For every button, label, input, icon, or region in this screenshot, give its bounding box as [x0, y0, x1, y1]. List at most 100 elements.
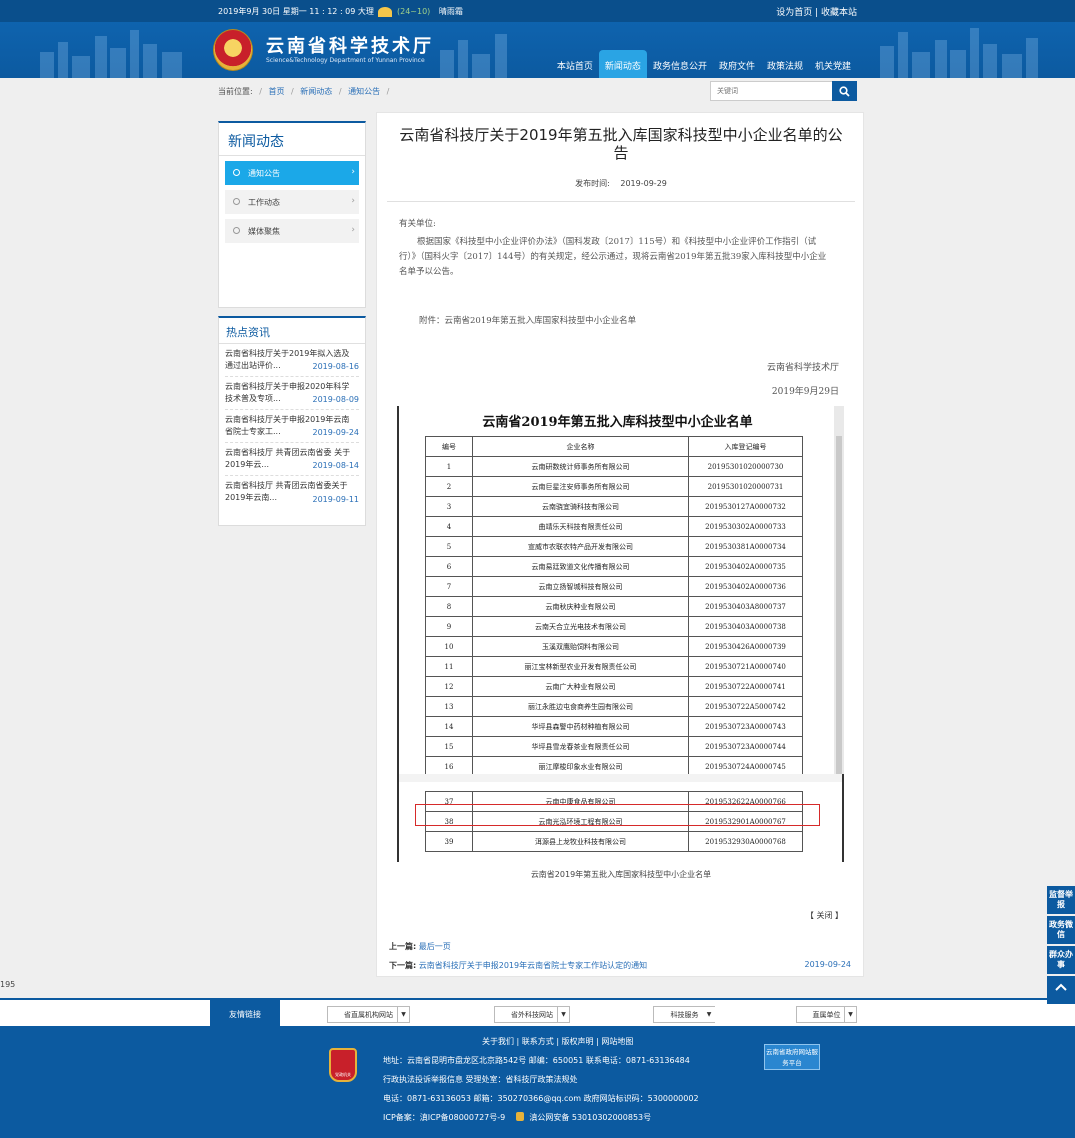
- cell-reg-no: 2019530402A0000735: [688, 556, 803, 577]
- main-nav: 本站首页 新闻动态 政务信息公开 政府文件 政策法规 机关党建: [551, 50, 857, 78]
- float-report-button[interactable]: 监督举报: [1047, 886, 1075, 914]
- footer-report: 行政执法投诉举报信息 受理处室：省科技厅政策法规处: [383, 1075, 578, 1084]
- nav-gov-docs[interactable]: 政府文件: [713, 50, 761, 78]
- breadcrumb-notices[interactable]: 通知公告: [348, 87, 380, 96]
- back-to-top-button[interactable]: [1047, 976, 1075, 1004]
- cell-reg-no: 2019530403A8000737: [688, 596, 803, 617]
- nav-party[interactable]: 机关党建: [809, 50, 857, 78]
- search-box: [710, 81, 857, 101]
- cell-company: 云南立扬智城科技有限公司: [472, 576, 689, 597]
- circle-icon: [233, 227, 240, 234]
- divider: [387, 201, 855, 202]
- sidebar-title: 新闻动态: [219, 123, 365, 156]
- search-button[interactable]: [832, 81, 857, 101]
- table-row: 5 宣威市农联农特产品开发有限公司 2019530381A0000734: [425, 536, 803, 557]
- breadcrumb-home[interactable]: 首页: [269, 87, 285, 96]
- sidebar-item-notices[interactable]: 通知公告 ›: [225, 161, 359, 185]
- next-link[interactable]: 云南省科技厅关于申报2019年云南省院士专家工作站认定的通知: [419, 961, 647, 970]
- nav-home[interactable]: 本站首页: [551, 50, 599, 78]
- float-wechat-button[interactable]: 政务微信: [1047, 916, 1075, 944]
- cell-company: 华坪县雪龙春茶业有限责任公司: [472, 736, 689, 757]
- table-row: 14 华坪县森警中药材种植有限公司 2019530723A0000743: [425, 716, 803, 737]
- cell-reg-no: 2019530302A0000733: [688, 516, 803, 537]
- cell-reg-no: 2019530403A0000738: [688, 616, 803, 637]
- police-text[interactable]: 滇公网安备 53010302000853号: [529, 1113, 651, 1122]
- close-button[interactable]: 【 关闭 】: [806, 910, 843, 921]
- dropdown-arrow-icon: ▼: [706, 1011, 712, 1018]
- dropdown-arrow-icon: ▼: [844, 1007, 856, 1022]
- cell-reg-no: 2019530402A0000736: [688, 576, 803, 597]
- next-article: 下一篇: 云南省科技厅关于申报2019年云南省院士专家工作站认定的通知: [389, 960, 647, 971]
- cell-no: 39: [425, 831, 473, 852]
- badge-text: 党政机关: [335, 1072, 351, 1077]
- nav-news[interactable]: 新闻动态: [598, 50, 647, 78]
- footer-links[interactable]: 关于我们 | 联系方式 | 版权声明 | 网站地图: [482, 1036, 633, 1047]
- hot-news-date: 2019-08-14: [310, 460, 359, 472]
- top-links[interactable]: 设为首页 | 收藏本站: [776, 5, 857, 18]
- cell-no: 8: [425, 596, 473, 617]
- select-label: 省直属机构网站: [344, 1011, 393, 1019]
- icp-text[interactable]: ICP备案：滇ICP备08000727号-9: [383, 1113, 505, 1122]
- search-input[interactable]: [710, 81, 833, 101]
- hot-news-item[interactable]: 云南省科技厅 共青团云南省委关于2019年云南... 2019-09-11: [225, 476, 359, 509]
- breadcrumb-news[interactable]: 新闻动态: [300, 87, 332, 96]
- breadcrumb-label: 当前位置:: [218, 87, 253, 96]
- dropdown-arrow-icon: ▼: [397, 1007, 409, 1022]
- hot-news-item[interactable]: 云南省科技厅关于2019年拟入选及通过出站评价... 2019-08-16: [225, 344, 359, 377]
- next-date: 2019-09-24: [804, 960, 852, 969]
- image-scrollbar[interactable]: [834, 406, 844, 774]
- cell-no: 14: [425, 716, 473, 737]
- hot-news-panel: 热点资讯 云南省科技厅关于2019年拟入选及通过出站评价... 2019-08-…: [218, 316, 366, 526]
- cell-reg-no: 2019530426A0000739: [688, 636, 803, 657]
- cell-reg-no: 2019530722A0000741: [688, 676, 803, 697]
- highlight-box: [415, 804, 820, 826]
- select-affiliates[interactable]: 直属单位 ▼: [796, 1006, 857, 1023]
- article-title: 云南省科技厅关于2019年第五批入库国家科技型中小企业名单的公告: [399, 126, 843, 162]
- cell-no: 4: [425, 516, 473, 537]
- sidebar-item-work[interactable]: 工作动态 ›: [225, 190, 359, 214]
- table-row: 6 云南易廷致道文化传播有限公司 2019530402A0000735: [425, 556, 803, 577]
- hot-news-item[interactable]: 云南省科技厅关于申报2020年科学技术普及专项... 2019-08-09: [225, 377, 359, 410]
- prev-label: 上一篇:: [389, 942, 417, 951]
- table-row: 8 云南秋庆种业有限公司 2019530403A8000737: [425, 596, 803, 617]
- table-row: 13 丽江永胜边屯食商养生园有限公司 2019530722A5000742: [425, 696, 803, 717]
- chevron-right-icon: ›: [351, 196, 355, 206]
- hot-news-item[interactable]: 云南省科技厅 共青团云南省委 关于2019年云... 2019-08-14: [225, 443, 359, 476]
- cell-no: 10: [425, 636, 473, 657]
- cell-no: 6: [425, 556, 473, 577]
- gov-platform-badge[interactable]: 云南省政府网站服务平台: [764, 1044, 820, 1070]
- prev-link[interactable]: 最后一页: [419, 942, 451, 951]
- select-provincial[interactable]: 省直属机构网站 ▼: [327, 1006, 410, 1023]
- table-row: 10 玉溪双鹰贻饲料有限公司 2019530426A0000739: [425, 636, 803, 657]
- arrow-up-icon: [1055, 983, 1067, 991]
- weather-desc: 晴雨霜: [438, 7, 463, 16]
- search-icon: [839, 86, 850, 97]
- scrollbar-thumb[interactable]: [836, 436, 842, 774]
- sidebar-item-media[interactable]: 媒体聚焦 ›: [225, 219, 359, 243]
- breadcrumb-separator: /: [386, 87, 390, 96]
- attachment-text: 附件：云南省2019年第五批入库国家科技型中小企业名单: [419, 316, 637, 326]
- company-table-top: 编号 企业名称 入库登记编号 1 云南研数统计师事务所有限公司 2019530102…: [425, 436, 803, 777]
- national-emblem-logo: [213, 29, 253, 71]
- cell-company: 云南易廷致道文化传播有限公司: [472, 556, 689, 577]
- hot-news-date: 2019-08-16: [310, 361, 359, 373]
- cell-no: 3: [425, 496, 473, 517]
- nav-gov-info[interactable]: 政务信息公开: [647, 50, 713, 78]
- col-header-no: 编号: [425, 436, 473, 457]
- nav-policy[interactable]: 政策法规: [761, 50, 809, 78]
- float-service-button[interactable]: 群众办事: [1047, 946, 1075, 974]
- greeting: 有关单位:: [399, 219, 436, 229]
- next-label: 下一篇:: [389, 961, 417, 970]
- hot-news-item[interactable]: 云南省科技厅关于申报2019年云南省院士专家工... 2019-09-24: [225, 410, 359, 443]
- cell-reg-no: 2019530381A0000734: [688, 536, 803, 557]
- footer-address: 地址：云南省昆明市盘龙区北京路542号 邮编：650051 联系电话：0871-…: [383, 1056, 690, 1065]
- select-label: 省外科技网站: [511, 1011, 553, 1019]
- signer: 云南省科学技术厅: [766, 363, 839, 373]
- footer-contact: 电话：0871-63136053 邮箱：350270366@qq.com 政府网…: [383, 1094, 699, 1103]
- party-gov-badge[interactable]: 党政机关: [329, 1048, 357, 1082]
- cell-no: 13: [425, 696, 473, 717]
- cell-reg-no: 20195301020000731: [688, 476, 803, 497]
- select-services[interactable]: 科技服务 ▼: [653, 1006, 715, 1023]
- cell-reg-no: 2019530127A0000732: [688, 496, 803, 517]
- select-external[interactable]: 省外科技网站 ▼: [494, 1006, 570, 1023]
